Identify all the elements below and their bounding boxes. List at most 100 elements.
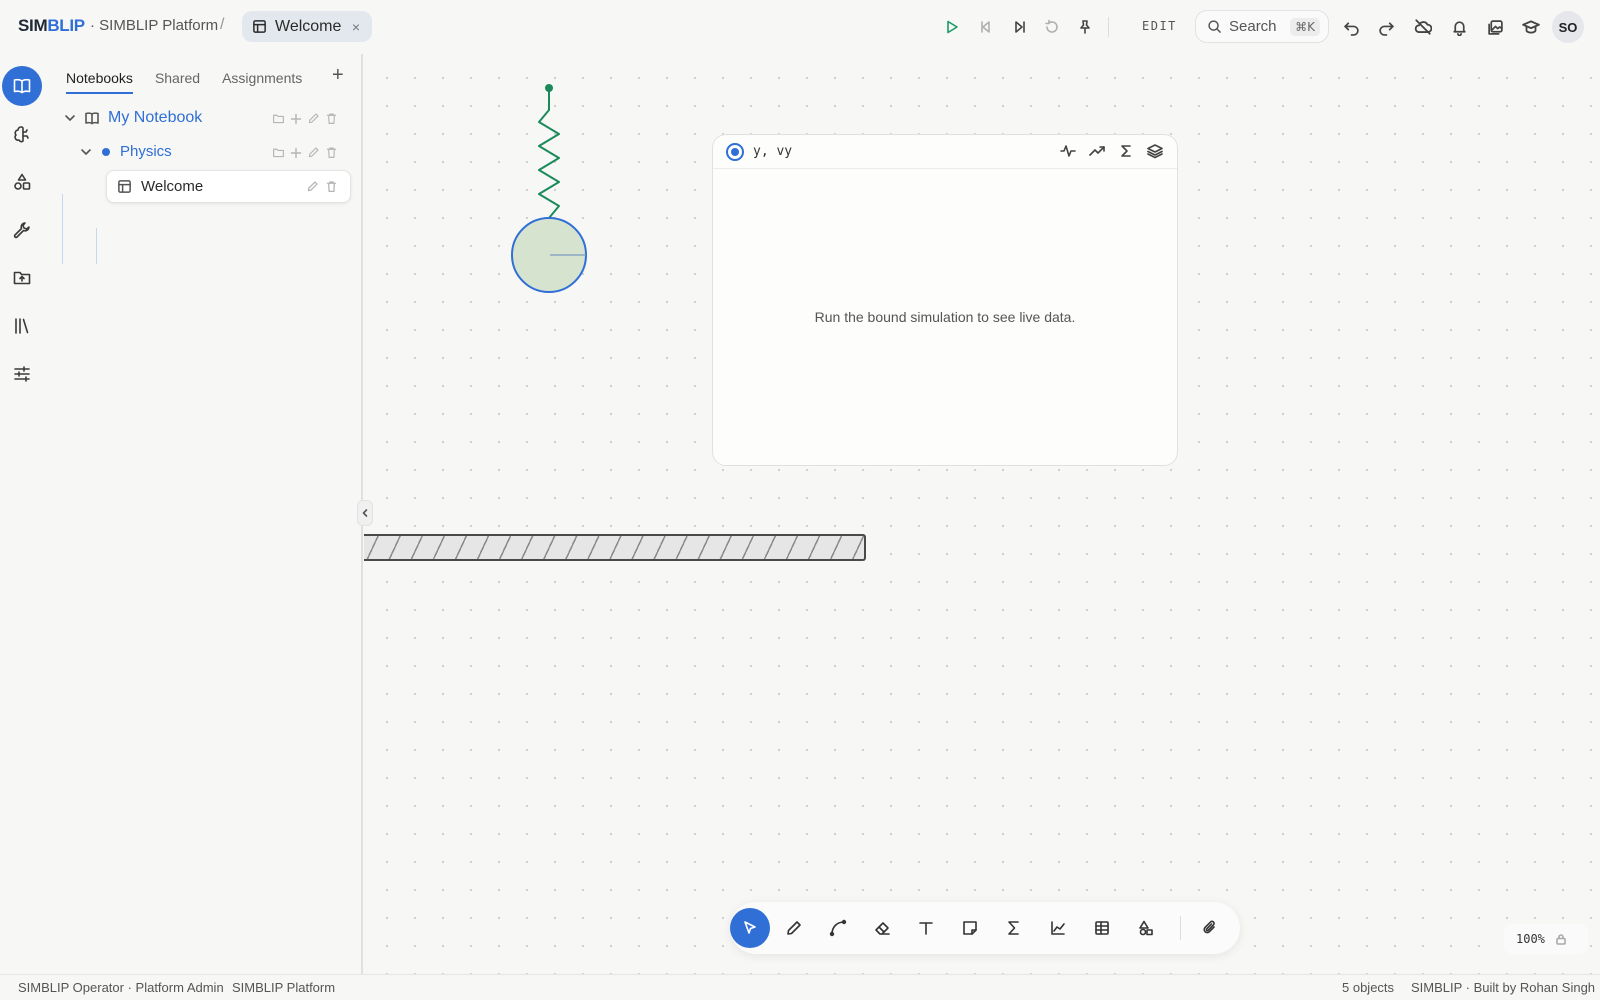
tab-shared[interactable]: Shared: [155, 70, 200, 94]
bell-icon[interactable]: [1448, 16, 1470, 38]
undo-icon[interactable]: [1340, 16, 1362, 38]
sidebar: Notebooks Shared Assignments + My Notebo…: [54, 54, 363, 974]
cloud-off-icon[interactable]: [1412, 16, 1434, 38]
folder-actions: [272, 146, 338, 159]
zoom-level: 100%: [1516, 932, 1545, 946]
status-credit: SIMBLIP · Built by Rohan Singh: [1411, 980, 1596, 995]
sigma-icon[interactable]: [1118, 143, 1134, 159]
chevron-left-icon: [360, 508, 370, 518]
tree-item-physics[interactable]: Physics: [80, 143, 172, 160]
book-icon: [84, 110, 100, 126]
pencil-icon[interactable]: [307, 146, 320, 159]
trending-up-icon[interactable]: [1089, 143, 1105, 159]
pencil-icon[interactable]: [306, 180, 319, 193]
folder-dot-icon: [102, 147, 110, 156]
ground-surface[interactable]: [364, 534, 866, 561]
drawing-toolbar: [730, 902, 1240, 954]
trash-icon[interactable]: [325, 180, 338, 193]
tab-welcome[interactable]: Welcome ×: [242, 11, 372, 42]
search-icon: [1207, 19, 1222, 34]
note-tool-button[interactable]: [950, 908, 990, 948]
trash-icon[interactable]: [325, 146, 338, 159]
wrench-rail-button[interactable]: [2, 210, 42, 250]
pen-tool-button[interactable]: [774, 908, 814, 948]
curve-tool-button[interactable]: [818, 908, 858, 948]
chevron-down-icon[interactable]: [64, 112, 76, 124]
status-user: SIMBLIP Operator · Platform Admin: [18, 980, 224, 995]
search-shortcut: ⌘K: [1290, 17, 1320, 36]
notebook-actions: [272, 112, 338, 125]
breadcrumb-separator: /: [220, 16, 225, 33]
collapse-sidebar-button[interactable]: [357, 500, 373, 526]
shapes-rail-button[interactable]: [2, 162, 42, 202]
tab-notebooks[interactable]: Notebooks: [66, 70, 133, 94]
step-back-button[interactable]: [975, 16, 997, 38]
folder-icon[interactable]: [272, 112, 285, 125]
notebooks-rail-button[interactable]: [2, 66, 42, 106]
step-forward-button[interactable]: [1008, 16, 1030, 38]
status-bar: SIMBLIP Operator · Platform Admin SIMBLI…: [0, 974, 1600, 1000]
text-tool-button[interactable]: [906, 908, 946, 948]
plus-icon[interactable]: [290, 147, 302, 159]
search-button[interactable]: Search ⌘K: [1195, 10, 1329, 43]
search-label: Search: [1229, 18, 1277, 35]
pencil-icon[interactable]: [307, 112, 320, 125]
trash-icon[interactable]: [325, 112, 338, 125]
mode-label[interactable]: EDIT: [1142, 19, 1177, 33]
tree-item-label: Welcome: [141, 178, 204, 195]
layers-icon[interactable]: [1147, 143, 1163, 159]
chart-tool-button[interactable]: [1038, 908, 1078, 948]
tree-item-welcome[interactable]: Welcome: [106, 170, 351, 203]
app-name: · SIMBLIP Platform: [90, 17, 219, 34]
activity-icon[interactable]: [1060, 143, 1076, 159]
tab-close-button[interactable]: ×: [352, 19, 360, 35]
spring-mass-object[interactable]: [500, 80, 590, 300]
table-tool-button[interactable]: [1082, 908, 1122, 948]
app-logo[interactable]: SIMBLIP: [18, 16, 85, 36]
layout-icon: [252, 19, 267, 34]
gallery-icon[interactable]: [1484, 16, 1506, 38]
chevron-down-icon[interactable]: [80, 146, 92, 158]
attach-tool-button[interactable]: [1190, 908, 1230, 948]
zoom-control[interactable]: 100%: [1504, 924, 1588, 954]
logo-text-blip: BLIP: [47, 16, 85, 35]
eraser-tool-button[interactable]: [862, 908, 902, 948]
status-platform: SIMBLIP Platform: [232, 980, 336, 995]
status-object-count: 5 objects: [1342, 980, 1395, 995]
reset-button[interactable]: [1041, 16, 1063, 38]
plot-card[interactable]: y, vy Run the bound simulation to see li…: [712, 134, 1178, 466]
tree-guide-line: [62, 194, 63, 264]
shapes-tool-button[interactable]: [1126, 908, 1166, 948]
user-avatar[interactable]: SO: [1552, 11, 1584, 43]
graduation-cap-icon[interactable]: [1520, 16, 1542, 38]
pin-button[interactable]: [1074, 16, 1096, 38]
settings-sliders-rail-button[interactable]: [2, 354, 42, 394]
toolbar-divider: [1108, 17, 1109, 37]
plot-tools: [1060, 143, 1163, 159]
folder-icon[interactable]: [272, 146, 285, 159]
page-actions: [306, 180, 338, 193]
sigma-tool-button[interactable]: [994, 908, 1034, 948]
plot-series-indicator[interactable]: [726, 142, 744, 161]
tree-item-my-notebook[interactable]: My Notebook: [64, 109, 202, 127]
logo-text-sim: SIM: [18, 16, 48, 35]
brain-rail-button[interactable]: [2, 114, 42, 154]
run-button[interactable]: [941, 16, 963, 38]
folder-upload-rail-button[interactable]: [2, 258, 42, 298]
tab-assignments[interactable]: Assignments: [222, 70, 302, 94]
tree-guide-line: [96, 228, 97, 264]
sidebar-tabs: Notebooks Shared Assignments: [66, 70, 302, 94]
add-notebook-button[interactable]: +: [332, 64, 344, 87]
top-bar: SIMBLIP · SIMBLIP Platform / Welcome × E…: [0, 0, 1600, 54]
tree-item-label: Physics: [120, 143, 172, 160]
spring[interactable]: [538, 88, 560, 219]
lock-icon[interactable]: [1555, 933, 1567, 945]
redo-icon[interactable]: [1375, 16, 1397, 38]
select-tool-button[interactable]: [730, 908, 770, 948]
plot-title: y, vy: [753, 144, 793, 159]
toolbar-divider: [1180, 916, 1181, 940]
plot-empty-message: Run the bound simulation to see live dat…: [814, 309, 1076, 325]
plus-icon[interactable]: [290, 113, 302, 125]
library-rail-button[interactable]: [2, 306, 42, 346]
layout-icon: [117, 179, 132, 194]
